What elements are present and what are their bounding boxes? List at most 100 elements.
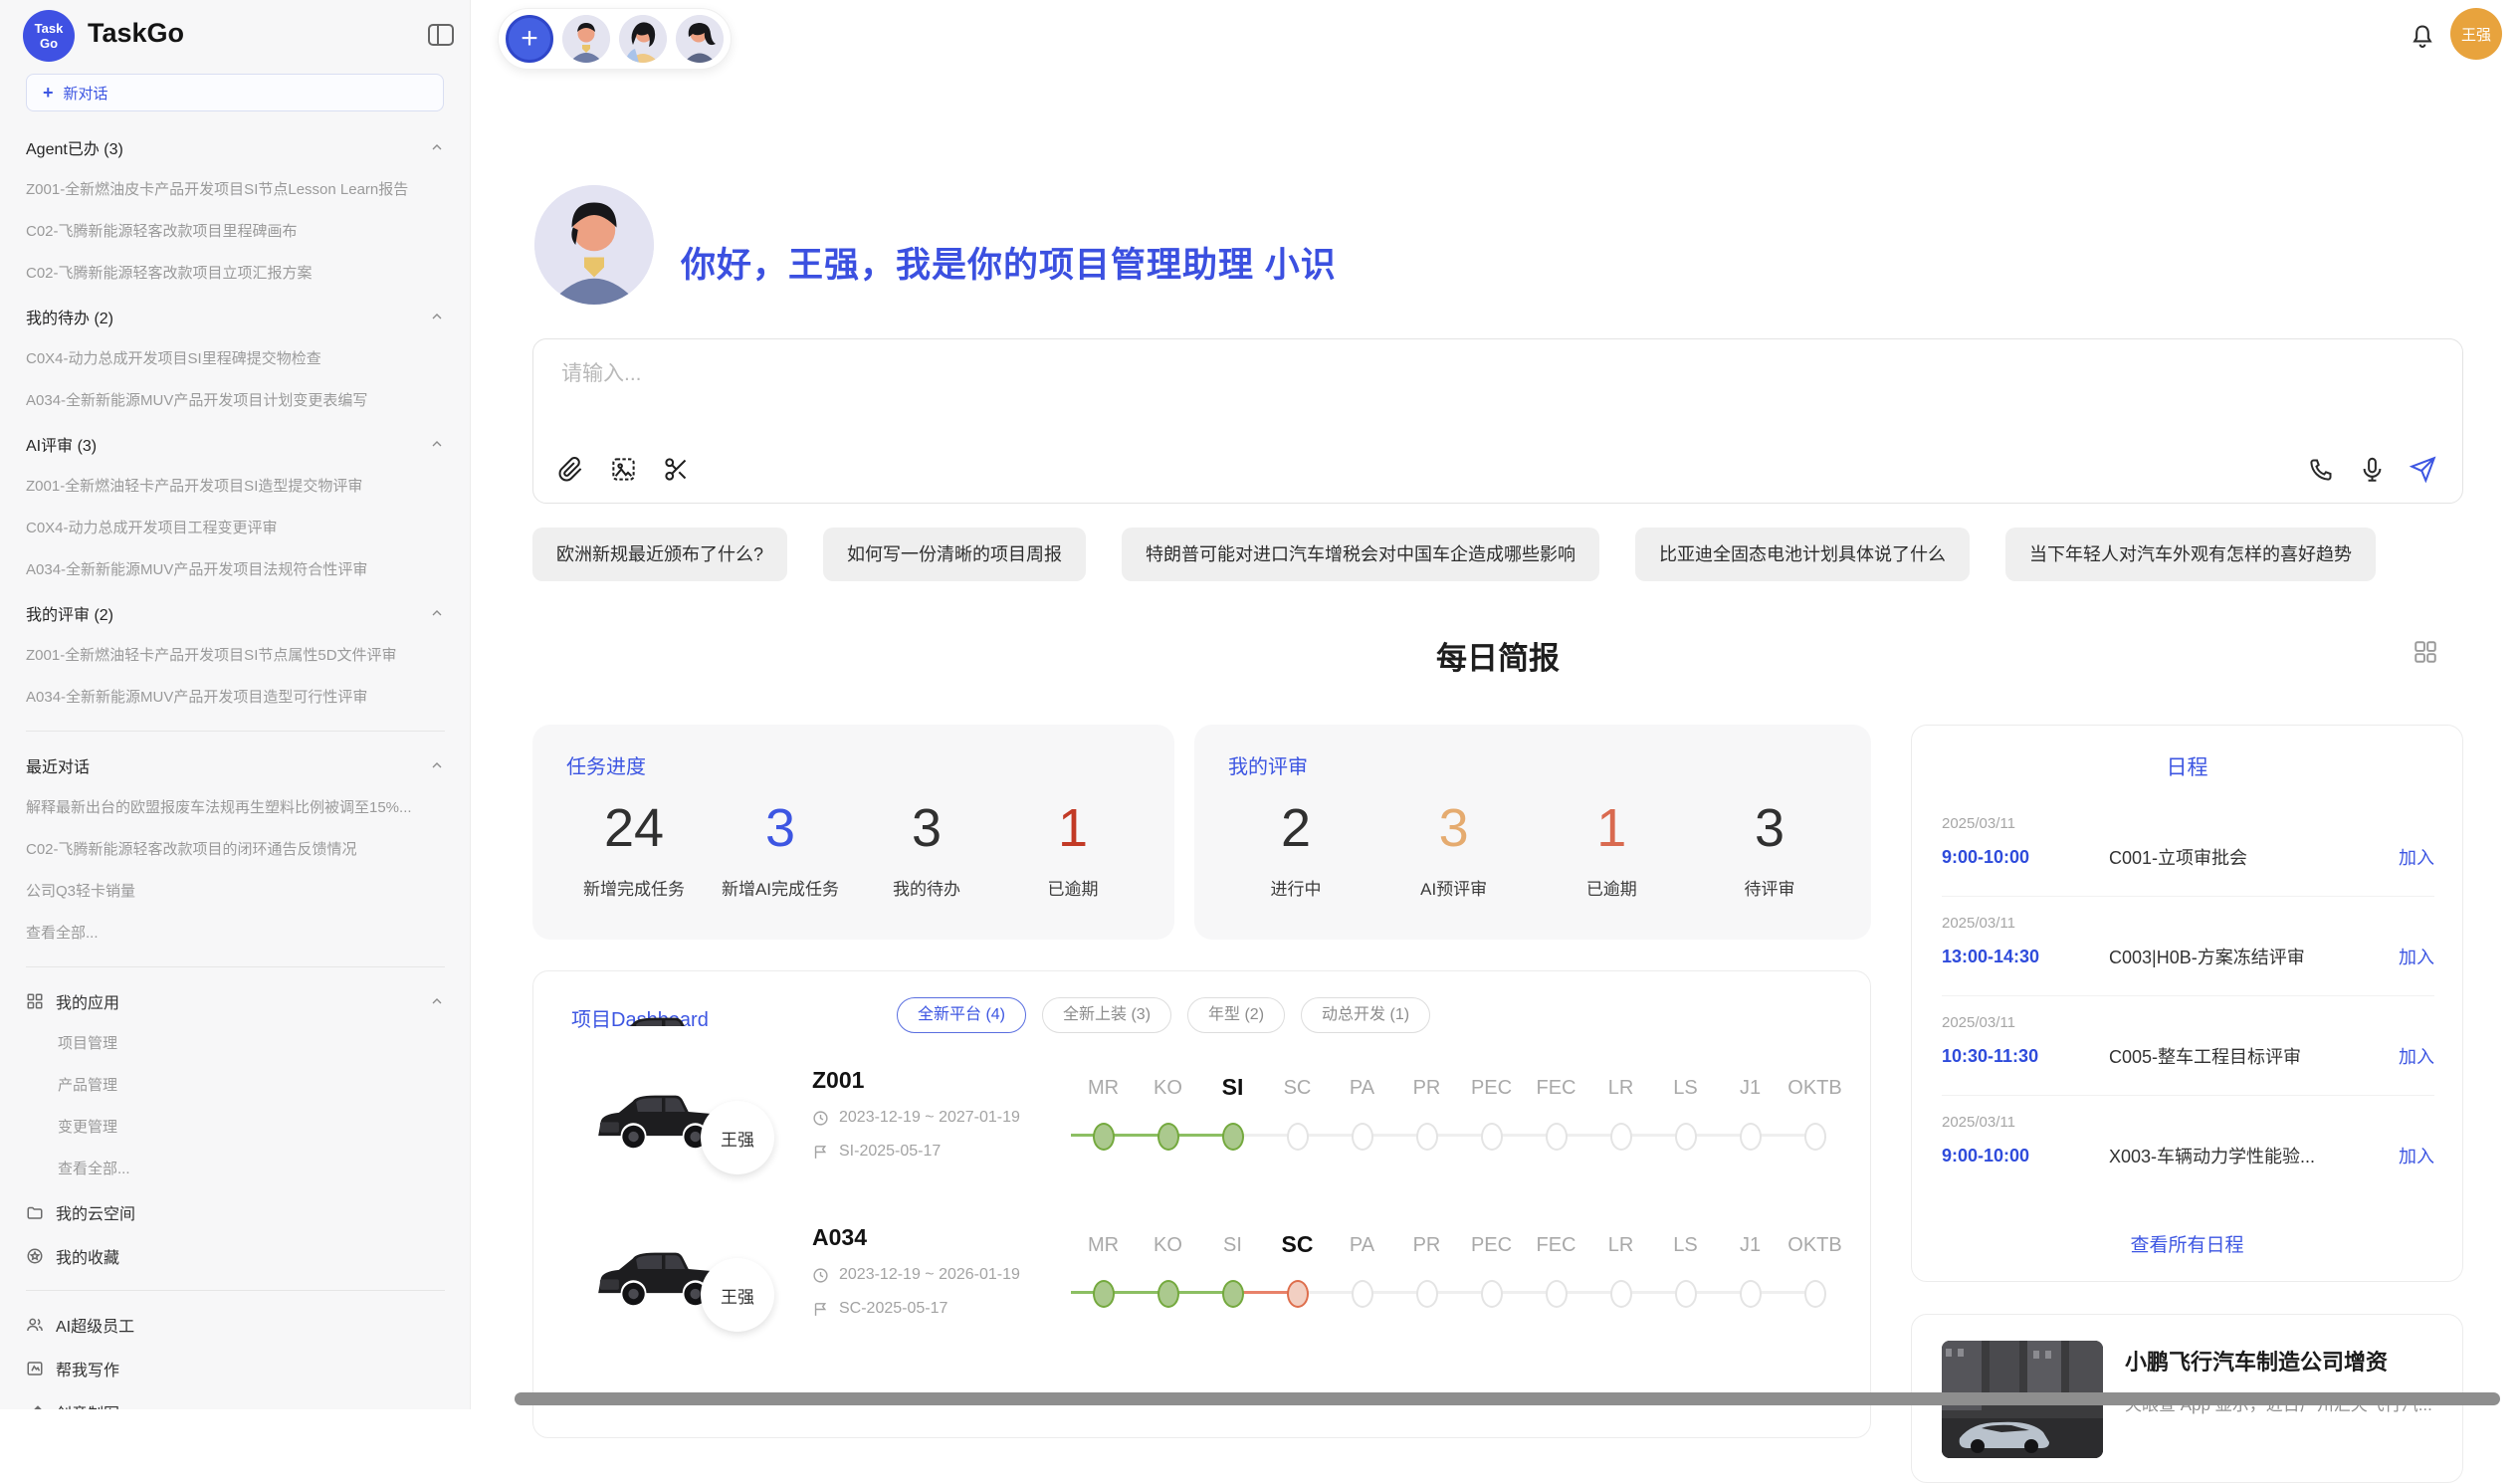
suggestion-chips: 欧洲新规最近颁布了什么? 如何写一份清晰的项目周报特朗普可能对进口汽车增税会对中国… bbox=[532, 528, 2463, 581]
sidebar-group-header[interactable]: 我的评审 (2) bbox=[26, 591, 445, 635]
recent-chats-header[interactable]: 最近对话 bbox=[26, 743, 445, 787]
sidebar-group: AI评审 (3) Z001-全新燃油轻卡产品开发项目SI造型提交物评审C0X4-… bbox=[26, 422, 445, 591]
creative-draw-label: 创意制图 bbox=[56, 1400, 119, 1409]
stat-value: 3 bbox=[867, 795, 986, 861]
milestone-dot bbox=[1416, 1123, 1438, 1151]
recent-chats-view-all[interactable]: 查看全部... bbox=[26, 913, 445, 954]
star-badge-icon bbox=[26, 1247, 44, 1265]
stat-label: AI预评审 bbox=[1394, 875, 1514, 900]
sidebar-item[interactable]: Z001-全新燃油轻卡产品开发项目SI造型提交物评审 bbox=[26, 466, 445, 508]
sidebar-item[interactable]: C0X4-动力总成开发项目SI里程碑提交物检查 bbox=[26, 338, 445, 380]
sidebar-item[interactable]: C02-飞腾新能源轻客改款项目里程碑画布 bbox=[26, 211, 445, 253]
sidebar-group-header[interactable]: Agent已办 (3) bbox=[26, 125, 445, 169]
attachment-icon[interactable] bbox=[557, 456, 584, 483]
milestone-dot bbox=[1740, 1123, 1762, 1151]
milestone-label: LS bbox=[1653, 1077, 1718, 1100]
sidebar-item-help-write[interactable]: 帮我写作 bbox=[26, 1347, 445, 1390]
new-chat-button[interactable]: + 新对话 bbox=[26, 74, 444, 111]
app-item[interactable]: 项目管理 bbox=[26, 1023, 445, 1065]
milestone: PA bbox=[1330, 1049, 1394, 1178]
my-apps-header[interactable]: 我的应用 bbox=[26, 979, 445, 1023]
my-review-card: 我的评审 2 进行中 3 AI预评审 1 已逾期 3 待评审 bbox=[1194, 725, 1871, 940]
milestone-label: KO bbox=[1136, 1077, 1200, 1100]
microphone-icon[interactable] bbox=[2359, 456, 2386, 483]
agent-avatar-3[interactable] bbox=[676, 15, 724, 63]
recent-chat-item[interactable]: C02-飞腾新能源轻客改款项目的闭环通告反馈情况 bbox=[26, 829, 445, 871]
milestone-track: MR KO SI SC bbox=[1071, 1049, 1847, 1206]
sidebar-group-header[interactable]: 我的待办 (2) bbox=[26, 295, 445, 338]
sidebar-group-header[interactable]: AI评审 (3) bbox=[26, 422, 445, 466]
favorites-label: 我的收藏 bbox=[56, 1244, 119, 1268]
milestone: PR bbox=[1394, 1049, 1459, 1178]
chat-input[interactable] bbox=[559, 361, 2156, 387]
milestone: J1 bbox=[1718, 1049, 1783, 1178]
milestone-dot bbox=[1804, 1280, 1826, 1308]
sidebar-item[interactable]: A034-全新新能源MUV产品开发项目计划变更表编写 bbox=[26, 380, 445, 422]
event-title: C005-整车工程目标评审 bbox=[2109, 1043, 2399, 1069]
help-write-label: 帮我写作 bbox=[56, 1357, 119, 1380]
stat-value: 24 bbox=[574, 795, 694, 861]
sidebar-item-creative-draw[interactable]: 创意制图 bbox=[26, 1390, 445, 1409]
sidebar-group-items: Z001-全新燃油皮卡产品开发项目SI节点Lesson Learn报告C02-飞… bbox=[26, 169, 445, 295]
project-row[interactable]: 王强 A034 2023-12-19 ~ 2026-01-19 SC-2025-… bbox=[533, 1206, 1870, 1364]
event-join-link[interactable]: 加入 bbox=[2399, 844, 2434, 870]
sidebar-item[interactable]: A034-全新新能源MUV产品开发项目法规符合性评审 bbox=[26, 549, 445, 591]
my-apps-view-all[interactable]: 查看全部... bbox=[26, 1149, 445, 1190]
milestone-label: SI bbox=[1200, 1074, 1265, 1101]
milestone-dot bbox=[1675, 1280, 1697, 1308]
stat-value: 3 bbox=[721, 795, 840, 861]
schedule-view-all-link[interactable]: 查看所有日程 bbox=[1912, 1230, 2462, 1257]
scissors-icon[interactable] bbox=[663, 456, 690, 483]
image-icon[interactable] bbox=[610, 456, 637, 483]
sidebar-item[interactable]: Z001-全新燃油皮卡产品开发项目SI节点Lesson Learn报告 bbox=[26, 169, 445, 211]
suggestion-chip[interactable]: 欧洲新规最近颁布了什么? bbox=[532, 528, 787, 581]
stat: 24 新增完成任务 bbox=[574, 795, 694, 900]
event-date: 2025/03/11 bbox=[1942, 815, 2434, 832]
phone-icon[interactable] bbox=[2308, 456, 2335, 483]
event-time: 13:00-14:30 bbox=[1942, 947, 2109, 967]
add-agent-button[interactable]: + bbox=[506, 15, 553, 63]
milestone: SI bbox=[1200, 1206, 1265, 1336]
project-row[interactable]: 王强 Z001 2023-12-19 ~ 2027-01-19 SI-2025-… bbox=[533, 1049, 1870, 1206]
sidebar-item-ai-staff[interactable]: AI超级员工 bbox=[26, 1303, 445, 1347]
layout-grid-icon[interactable] bbox=[2413, 639, 2438, 665]
suggestion-chip[interactable]: 特朗普可能对进口汽车增税会对中国车企造成哪些影响 bbox=[1122, 528, 1599, 581]
event-join-link[interactable]: 加入 bbox=[2399, 1143, 2434, 1168]
daily-brief-title: 每日简报 bbox=[532, 633, 2463, 678]
sidebar-item-favorites[interactable]: 我的收藏 bbox=[26, 1234, 445, 1278]
users-icon bbox=[26, 1316, 44, 1334]
recent-chat-item[interactable]: 解释最新出台的欧盟报废车法规再生塑料比例被调至15%... bbox=[26, 787, 445, 829]
logo-text-top: Task bbox=[35, 21, 64, 36]
flag-icon bbox=[812, 1144, 829, 1161]
sidebar-item[interactable]: Z001-全新燃油轻卡产品开发项目SI节点属性5D文件评审 bbox=[26, 635, 445, 677]
divider bbox=[26, 1290, 445, 1291]
milestone-label: MR bbox=[1071, 1234, 1136, 1257]
event-join-link[interactable]: 加入 bbox=[2399, 944, 2434, 969]
notification-bell-icon[interactable] bbox=[2409, 22, 2436, 52]
app-item[interactable]: 产品管理 bbox=[26, 1065, 445, 1107]
event-join-link[interactable]: 加入 bbox=[2399, 1043, 2434, 1069]
sidebar-item[interactable]: A034-全新新能源MUV产品开发项目造型可行性评审 bbox=[26, 677, 445, 719]
recent-chat-item[interactable]: 公司Q3轻卡销量 bbox=[26, 871, 445, 913]
horizontal-scrollbar[interactable] bbox=[515, 1392, 2500, 1405]
send-icon[interactable] bbox=[2410, 456, 2436, 483]
sidebar-item[interactable]: C0X4-动力总成开发项目工程变更评审 bbox=[26, 508, 445, 549]
suggestion-chip[interactable]: 当下年轻人对汽车外观有怎样的喜好趋势 bbox=[2005, 528, 2376, 581]
app-item[interactable]: 变更管理 bbox=[26, 1107, 445, 1149]
agent-avatar-2[interactable] bbox=[619, 15, 667, 63]
suggestion-chip[interactable]: 如何写一份清晰的项目周报 bbox=[823, 528, 1086, 581]
event-date: 2025/03/11 bbox=[1942, 1014, 2434, 1031]
sidebar-collapse-icon[interactable] bbox=[428, 24, 454, 46]
sidebar-item-cloud-space[interactable]: 我的云空间 bbox=[26, 1190, 445, 1234]
plus-icon: + bbox=[43, 83, 54, 104]
sidebar-item[interactable]: C02-飞腾新能源轻客改款项目立项汇报方案 bbox=[26, 253, 445, 295]
recent-chat-items: 解释最新出台的欧盟报废车法规再生塑料比例被调至15%...C02-飞腾新能源轻客… bbox=[26, 787, 445, 913]
milestone: PEC bbox=[1459, 1206, 1524, 1336]
stat: 3 我的待办 bbox=[867, 795, 986, 900]
suggestion-chip[interactable]: 比亚迪全固态电池计划具体说了什么 bbox=[1635, 528, 1970, 581]
user-avatar[interactable]: 王强 bbox=[2450, 8, 2502, 60]
project-flag-label: SI-2025-05-17 bbox=[839, 1143, 941, 1161]
sidebar-group: Agent已办 (3) Z001-全新燃油皮卡产品开发项目SI节点Lesson … bbox=[26, 125, 445, 295]
agent-avatar-1[interactable] bbox=[562, 15, 610, 63]
recent-chats-title: 最近对话 bbox=[26, 753, 90, 777]
